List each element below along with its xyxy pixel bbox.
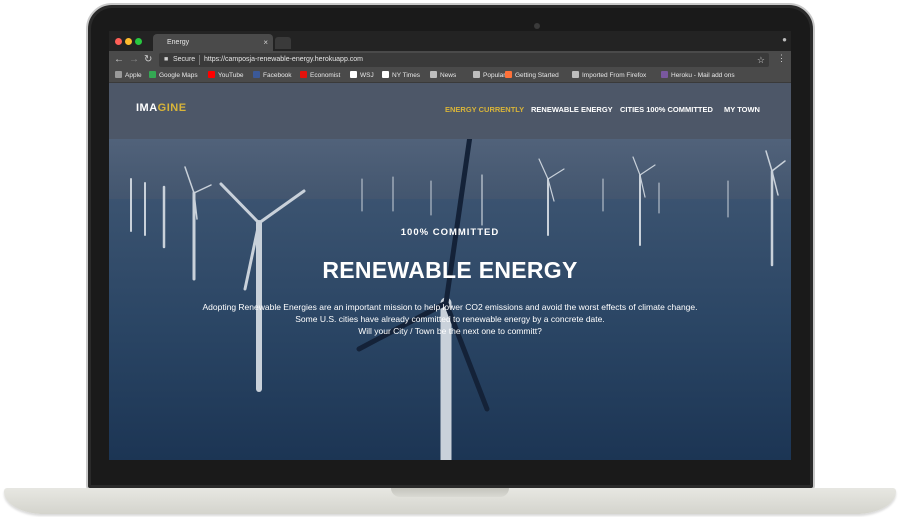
hero-description: Adopting Renewable Energies are an impor… bbox=[109, 301, 791, 337]
hero-description-line: Will your City / Town be the next one to… bbox=[358, 326, 542, 336]
bookmark-favicon-icon bbox=[115, 71, 122, 78]
bookmark-favicon-icon bbox=[382, 71, 389, 78]
bookmark-label: Getting Started bbox=[515, 72, 559, 79]
bookmark-favicon-icon bbox=[505, 71, 512, 78]
bookmark-item[interactable]: WSJ bbox=[350, 69, 374, 83]
forward-arrow-icon[interactable]: → bbox=[129, 53, 139, 67]
bookmark-label: News bbox=[440, 72, 457, 79]
bookmark-label: Heroku - Mail add ons bbox=[671, 72, 735, 79]
bookmark-favicon-icon bbox=[253, 71, 260, 78]
url-divider bbox=[199, 55, 200, 65]
bookmark-label: NY Times bbox=[392, 72, 421, 79]
website: 100% COMMITTED RENEWABLE ENERGY Adopting… bbox=[109, 83, 791, 460]
bookmark-item[interactable]: NY Times bbox=[382, 69, 420, 83]
secure-label: Secure bbox=[173, 56, 196, 63]
nav-renewable-energy[interactable]: RENEWABLE ENERGY bbox=[531, 105, 613, 114]
bookmark-label: Facebook bbox=[263, 72, 292, 79]
bookmark-favicon-icon bbox=[473, 71, 480, 78]
new-tab-button[interactable] bbox=[275, 37, 291, 49]
hero-kicker: 100% COMMITTED bbox=[400, 227, 500, 238]
nav-energy-currently[interactable]: ENERGY CURRENTLY bbox=[445, 105, 524, 114]
bookmark-favicon-icon bbox=[572, 71, 579, 78]
tab-title: Energy bbox=[167, 39, 190, 46]
screen: Energy × ● ← → ↻ ■ Secure https://campos… bbox=[109, 31, 791, 460]
address-bar[interactable]: ■ Secure https://camposja-renewable-ener… bbox=[159, 53, 769, 67]
bookmark-favicon-icon bbox=[300, 71, 307, 78]
reload-icon[interactable]: ↻ bbox=[144, 53, 152, 67]
site-logo[interactable]: IMAGINE bbox=[136, 102, 187, 114]
bookmark-favicon-icon bbox=[350, 71, 357, 78]
close-window-button[interactable] bbox=[115, 38, 122, 45]
bookmark-favicon-icon bbox=[208, 71, 215, 78]
bookmark-favicon-icon bbox=[661, 71, 668, 78]
bookmark-label: Apple bbox=[125, 72, 142, 79]
minimize-window-button[interactable] bbox=[125, 38, 132, 45]
bookmark-label: Imported From Firefox bbox=[582, 72, 647, 79]
bookmark-label: Popular bbox=[483, 72, 506, 79]
logo-accent: GINE bbox=[157, 102, 187, 114]
back-arrow-icon[interactable]: ← bbox=[114, 53, 124, 67]
hero-description-line: Some U.S. cities have already committed … bbox=[295, 314, 605, 324]
bookmarks-bar: Apple Google Maps YouTube Facebook Economist… bbox=[109, 69, 791, 83]
nav-cities-100-committed[interactable]: CITIES 100% COMMITTED bbox=[620, 105, 713, 114]
nav-my-town[interactable]: MY TOWN bbox=[724, 105, 760, 114]
tab-energy[interactable]: Energy × bbox=[153, 34, 273, 51]
laptop-notch bbox=[391, 488, 509, 497]
lock-icon: ■ bbox=[164, 56, 169, 63]
bookmark-item[interactable]: Heroku - Mail add ons bbox=[661, 69, 735, 83]
bookmark-item[interactable]: Imported From Firefox bbox=[572, 69, 646, 83]
bookmark-favicon-icon bbox=[430, 71, 437, 78]
wind-farm-image bbox=[109, 139, 791, 460]
tab-strip: Energy × ● bbox=[109, 31, 791, 51]
bookmark-item[interactable]: Apple bbox=[115, 69, 142, 83]
hero-description-line: Adopting Renewable Energies are an impor… bbox=[202, 302, 698, 312]
bookmark-item[interactable]: Economist bbox=[300, 69, 340, 83]
bookmark-label: WSJ bbox=[360, 72, 374, 79]
bookmark-item[interactable]: Popular bbox=[473, 69, 505, 83]
bookmark-favicon-icon bbox=[149, 71, 156, 78]
logo-main: IMA bbox=[136, 102, 158, 114]
incognito-icon[interactable]: ● bbox=[782, 35, 787, 44]
bookmark-item[interactable]: News bbox=[430, 69, 456, 83]
url-text[interactable]: https://camposja-renewable-energy.heroku… bbox=[204, 53, 363, 67]
bookmark-item[interactable]: Facebook bbox=[253, 69, 292, 83]
browser-toolbar: ← → ↻ ■ Secure https://camposja-renewabl… bbox=[109, 51, 791, 69]
hero-section: 100% COMMITTED RENEWABLE ENERGY Adopting… bbox=[109, 139, 791, 460]
bookmark-item[interactable]: YouTube bbox=[208, 69, 244, 83]
site-header: IMAGINE ENERGY CURRENTLY RENEWABLE ENERG… bbox=[109, 83, 791, 139]
bookmark-star-icon[interactable]: ☆ bbox=[757, 53, 765, 67]
bookmark-label: Google Maps bbox=[159, 72, 198, 79]
bookmark-label: Economist bbox=[310, 72, 341, 79]
maximize-window-button[interactable] bbox=[135, 38, 142, 45]
bookmark-item[interactable]: Google Maps bbox=[149, 69, 198, 83]
bookmark-label: YouTube bbox=[218, 72, 244, 79]
camera-icon bbox=[534, 23, 540, 29]
bookmark-item[interactable]: Getting Started bbox=[505, 69, 559, 83]
menu-icon[interactable]: ⋮ bbox=[777, 53, 786, 64]
close-tab-icon[interactable]: × bbox=[263, 34, 268, 51]
hero-title: RENEWABLE ENERGY bbox=[322, 257, 578, 283]
